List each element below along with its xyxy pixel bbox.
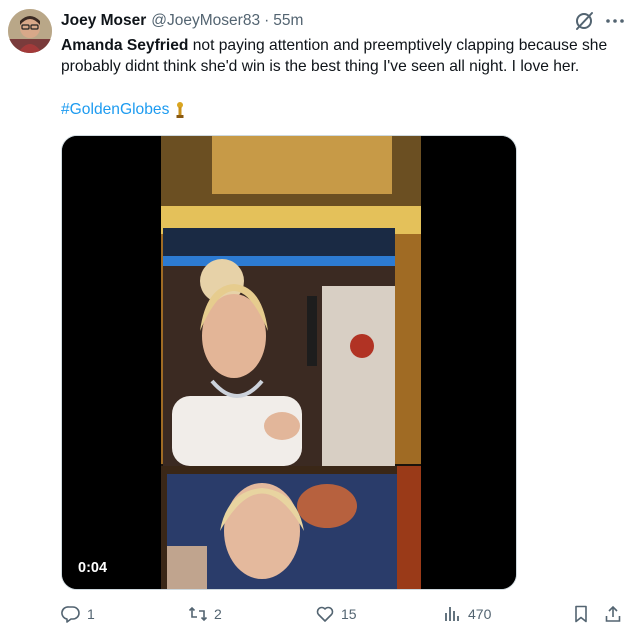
action-bar: 1 2 15 470 <box>0 601 634 627</box>
repost-button[interactable]: 2 <box>188 601 222 627</box>
tweet-text: Amanda Seyfried not paying attention and… <box>61 35 626 77</box>
views-icon <box>445 607 459 621</box>
tweet-time[interactable]: 55m <box>273 12 303 30</box>
tweet-header: Joey Moser @JoeyMoser83 · 55m <box>61 11 303 31</box>
like-button[interactable]: 15 <box>315 601 357 627</box>
like-count: 15 <box>341 606 357 622</box>
reply-button[interactable]: 1 <box>61 601 95 627</box>
share-button[interactable] <box>603 601 623 627</box>
video-frame <box>62 136 516 589</box>
tweet-mention-name: Amanda Seyfried <box>61 37 189 54</box>
hashtag-link[interactable]: #GoldenGlobes <box>61 101 169 119</box>
share-icon <box>605 605 621 622</box>
bookmark-button[interactable] <box>571 601 591 627</box>
tweet[interactable]: Joey Moser @JoeyMoser83 · 55m Amanda Sey… <box>0 0 634 632</box>
grok-icon[interactable] <box>573 10 595 32</box>
bookmark-icon <box>575 605 587 623</box>
repost-icon <box>188 606 208 622</box>
heart-icon <box>316 606 334 622</box>
video-player[interactable]: 0:04 <box>61 135 517 590</box>
reply-count: 1 <box>87 606 95 622</box>
avatar[interactable] <box>8 9 52 53</box>
video-timestamp: 0:04 <box>78 560 108 576</box>
header-separator: · <box>264 12 270 29</box>
golden-globe-icon <box>176 101 184 118</box>
views-button[interactable]: 470 <box>442 601 491 627</box>
repost-count: 2 <box>214 606 222 622</box>
more-icon[interactable] <box>604 10 626 32</box>
author-display-name[interactable]: Joey Moser <box>61 12 146 30</box>
reply-icon <box>61 606 80 623</box>
views-count: 470 <box>468 606 492 622</box>
hashtag-line: #GoldenGlobes <box>61 99 185 120</box>
author-handle[interactable]: @JoeyMoser83 <box>151 12 260 30</box>
